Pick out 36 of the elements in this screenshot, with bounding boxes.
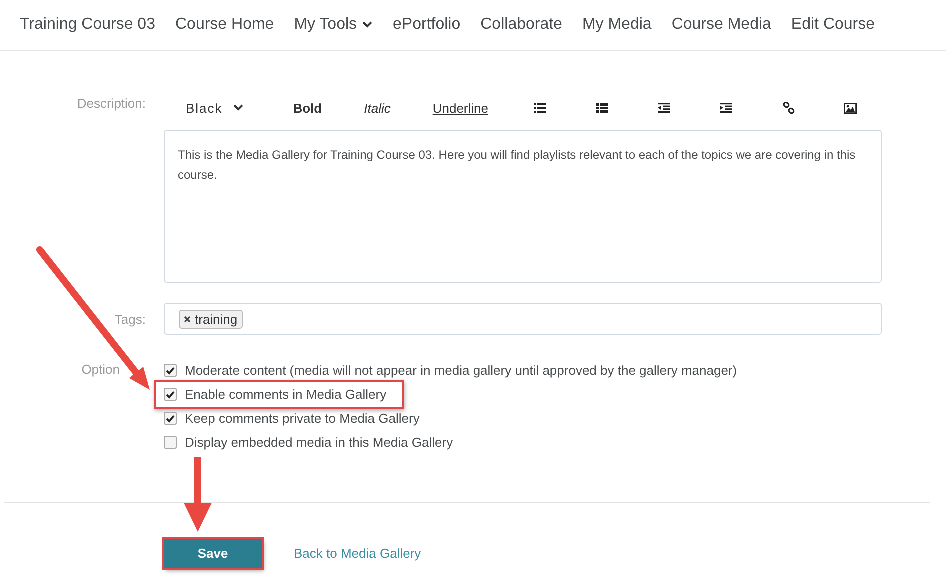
tags-field[interactable]: training — [164, 303, 882, 335]
options-label: Option — [80, 362, 121, 379]
nav-link[interactable]: ePortfolio — [393, 14, 461, 36]
nav-link[interactable]: Course Home — [175, 14, 274, 36]
nav-link[interactable]: Training Course 03 — [20, 14, 156, 36]
description-label: Description: — [76, 96, 147, 113]
bullet-list-icon[interactable] — [534, 103, 546, 113]
option-label: Keep comments private to Media Gallery — [185, 411, 420, 426]
nav-link[interactable]: My Media — [582, 14, 652, 36]
underline-button[interactable]: Underline — [432, 100, 488, 116]
option-label: Moderate content (media will not appear in media gallery until approved by the gallery manager) — [185, 363, 738, 378]
save-button[interactable]: Save — [164, 539, 262, 568]
numbered-list-icon[interactable] — [596, 103, 608, 113]
back-link[interactable]: Back to Media Gallery — [294, 546, 422, 561]
tags-label: Tags: — [114, 312, 147, 326]
checkbox[interactable] — [164, 436, 177, 449]
nav-link[interactable]: Edit Course — [791, 14, 876, 36]
remove-icon[interactable] — [184, 316, 191, 322]
tag-chip[interactable]: training — [179, 310, 243, 328]
image-icon[interactable] — [844, 102, 858, 114]
indent-icon[interactable] — [720, 103, 732, 113]
checkbox[interactable] — [164, 388, 177, 401]
chevron-down-icon — [232, 104, 244, 112]
checkbox[interactable] — [164, 364, 177, 377]
description-field[interactable]: This is the Media Gallery for Training Course 03. Here you will find playlists relevant to each of the topics we are covering in this course. — [164, 130, 882, 283]
bold-button[interactable]: Bold — [293, 100, 322, 116]
italic-button[interactable]: Italic — [364, 100, 391, 116]
nav-link[interactable]: Collaborate — [480, 14, 562, 36]
option-label: Enable comments in Media Gallery — [185, 387, 387, 402]
nav-link[interactable]: My Tools — [294, 14, 374, 36]
checkbox[interactable] — [164, 412, 177, 425]
link-icon[interactable] — [782, 102, 795, 114]
option-label: Display embedded media in this Media Gallery — [185, 435, 454, 450]
nav-link[interactable]: Course Media — [672, 14, 772, 36]
font-dropdown[interactable]: Black — [186, 100, 223, 116]
outdent-icon[interactable] — [658, 103, 670, 113]
